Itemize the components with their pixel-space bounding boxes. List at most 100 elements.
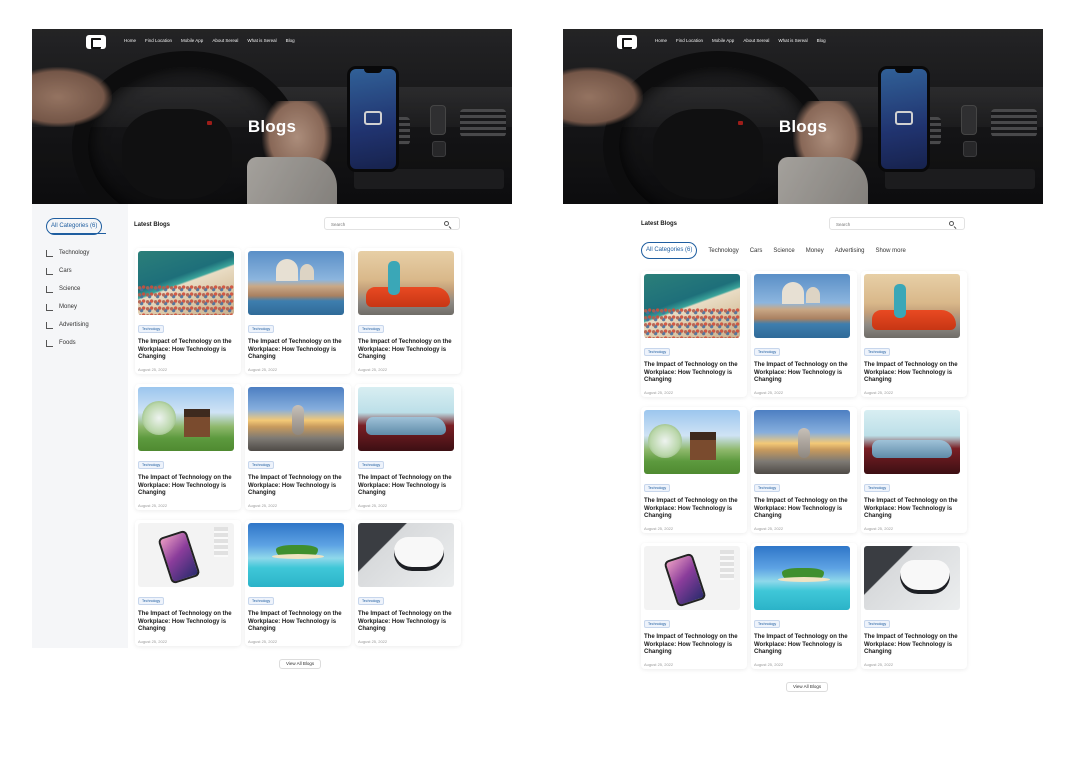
show-more-link[interactable]: Show more [875, 248, 905, 254]
nav-mobile-app[interactable]: Mobile App [712, 38, 734, 43]
blog-title[interactable]: The Impact of Technology on the Workplac… [358, 611, 456, 634]
nav-find-location[interactable]: Find Location [676, 38, 703, 43]
blog-card[interactable]: Technology The Impact of Technology on th… [751, 543, 857, 669]
blog-title[interactable]: The Impact of Technology on the Workplac… [864, 498, 962, 521]
category-tag[interactable]: Technology [644, 348, 671, 356]
blog-thumbnail[interactable] [754, 546, 850, 610]
checkbox-icon[interactable] [46, 285, 53, 293]
blog-thumbnail[interactable] [248, 387, 344, 451]
view-all-button[interactable]: View All Blogs [279, 659, 322, 669]
search-box[interactable] [829, 217, 965, 230]
blog-card[interactable]: Technology The Impact of Technology on th… [861, 271, 967, 397]
category-tag[interactable]: Technology [864, 484, 891, 492]
category-tag[interactable]: Technology [644, 620, 671, 628]
checkbox-icon[interactable] [46, 321, 53, 329]
blog-thumbnail[interactable] [644, 274, 740, 338]
nav-home[interactable]: Home [124, 38, 136, 43]
blog-card[interactable]: Technology The Impact of Technology on th… [355, 384, 461, 510]
category-checkbox-advertising[interactable]: Advertising [46, 316, 89, 334]
blog-title[interactable]: The Impact of Technology on the Workplac… [864, 362, 962, 385]
nav-home[interactable]: Home [655, 38, 667, 43]
nav-blog[interactable]: Blog [286, 38, 295, 43]
search-input[interactable] [331, 220, 431, 228]
blog-thumbnail[interactable] [138, 387, 234, 451]
tab-cars[interactable]: Cars [750, 248, 763, 254]
blog-card[interactable]: Technology The Impact of Technology on th… [641, 407, 747, 533]
blog-title[interactable]: The Impact of Technology on the Workplac… [644, 362, 742, 385]
tab-advertising[interactable]: Advertising [835, 248, 865, 254]
category-tag[interactable]: Technology [644, 484, 671, 492]
blog-thumbnail[interactable] [754, 410, 850, 474]
checkbox-icon[interactable] [46, 339, 53, 347]
blog-title[interactable]: The Impact of Technology on the Workplac… [138, 339, 236, 362]
blog-thumbnail[interactable] [864, 546, 960, 610]
category-tag[interactable]: Technology [138, 461, 165, 469]
blog-thumbnail[interactable] [864, 274, 960, 338]
blog-card[interactable]: Technology The Impact of Technology on th… [641, 271, 747, 397]
blog-title[interactable]: The Impact of Technology on the Workplac… [644, 498, 742, 521]
blog-card[interactable]: Technology The Impact of Technology on th… [135, 248, 241, 374]
blog-card[interactable]: Technology The Impact of Technology on th… [641, 543, 747, 669]
blog-title[interactable]: The Impact of Technology on the Workplac… [864, 634, 962, 657]
category-tag[interactable]: Technology [358, 597, 385, 605]
category-tag[interactable]: Technology [864, 620, 891, 628]
blog-card[interactable]: Technology The Impact of Technology on th… [245, 248, 351, 374]
category-tag[interactable]: Technology [358, 461, 385, 469]
nav-mobile-app[interactable]: Mobile App [181, 38, 203, 43]
blog-thumbnail[interactable] [644, 546, 740, 610]
blog-card[interactable]: Technology The Impact of Technology on th… [751, 271, 857, 397]
blog-thumbnail[interactable] [358, 387, 454, 451]
category-tag[interactable]: Technology [248, 461, 275, 469]
blog-thumbnail[interactable] [248, 523, 344, 587]
blog-card[interactable]: Technology The Impact of Technology on th… [861, 407, 967, 533]
search-icon[interactable] [444, 221, 449, 226]
blog-title[interactable]: The Impact of Technology on the Workplac… [644, 634, 742, 657]
search-icon[interactable] [949, 221, 954, 226]
tab-money[interactable]: Money [806, 248, 824, 254]
category-tag[interactable]: Technology [248, 597, 275, 605]
blog-title[interactable]: The Impact of Technology on the Workplac… [358, 339, 456, 362]
category-tag[interactable]: Technology [248, 325, 275, 333]
brand-logo[interactable] [617, 35, 637, 49]
blog-title[interactable]: The Impact of Technology on the Workplac… [138, 611, 236, 634]
blog-title[interactable]: The Impact of Technology on the Workplac… [358, 475, 456, 498]
blog-card[interactable]: Technology The Impact of Technology on th… [135, 520, 241, 646]
view-all-button[interactable]: View All Blogs [786, 682, 829, 692]
category-checkbox-foods[interactable]: Foods [46, 334, 89, 352]
checkbox-icon[interactable] [46, 249, 53, 257]
blog-title[interactable]: The Impact of Technology on the Workplac… [754, 498, 852, 521]
search-input[interactable] [836, 220, 936, 228]
blog-title[interactable]: The Impact of Technology on the Workplac… [138, 475, 236, 498]
category-checkbox-cars[interactable]: Cars [46, 262, 89, 280]
search-box[interactable] [324, 217, 460, 230]
tab-science[interactable]: Science [773, 248, 794, 254]
blog-title[interactable]: The Impact of Technology on the Workplac… [248, 339, 346, 362]
category-tag[interactable]: Technology [754, 620, 781, 628]
category-tag[interactable]: Technology [754, 348, 781, 356]
nav-blog[interactable]: Blog [817, 38, 826, 43]
blog-thumbnail[interactable] [138, 523, 234, 587]
category-checkbox-science[interactable]: Science [46, 280, 89, 298]
blog-thumbnail[interactable] [754, 274, 850, 338]
blog-title[interactable]: The Impact of Technology on the Workplac… [754, 362, 852, 385]
brand-logo[interactable] [86, 35, 106, 49]
blog-thumbnail[interactable] [138, 251, 234, 315]
blog-card[interactable]: Technology The Impact of Technology on th… [245, 384, 351, 510]
nav-what-is[interactable]: What is Sereal [247, 38, 276, 43]
nav-what-is[interactable]: What is Sereal [778, 38, 807, 43]
blog-card[interactable]: Technology The Impact of Technology on th… [355, 248, 461, 374]
blog-card[interactable]: Technology The Impact of Technology on th… [861, 543, 967, 669]
tab-all-categories[interactable]: All Categories (6) [641, 242, 698, 259]
blog-thumbnail[interactable] [248, 251, 344, 315]
blog-thumbnail[interactable] [358, 251, 454, 315]
category-tag[interactable]: Technology [138, 325, 165, 333]
category-checkbox-technology[interactable]: Technology [46, 244, 89, 262]
nav-find-location[interactable]: Find Location [145, 38, 172, 43]
checkbox-icon[interactable] [46, 303, 53, 311]
category-tag[interactable]: Technology [138, 597, 165, 605]
blog-title[interactable]: The Impact of Technology on the Workplac… [248, 475, 346, 498]
category-tag[interactable]: Technology [358, 325, 385, 333]
blog-card[interactable]: Technology The Impact of Technology on th… [355, 520, 461, 646]
blog-card[interactable]: Technology The Impact of Technology on th… [135, 384, 241, 510]
nav-about[interactable]: About Sereal [743, 38, 769, 43]
